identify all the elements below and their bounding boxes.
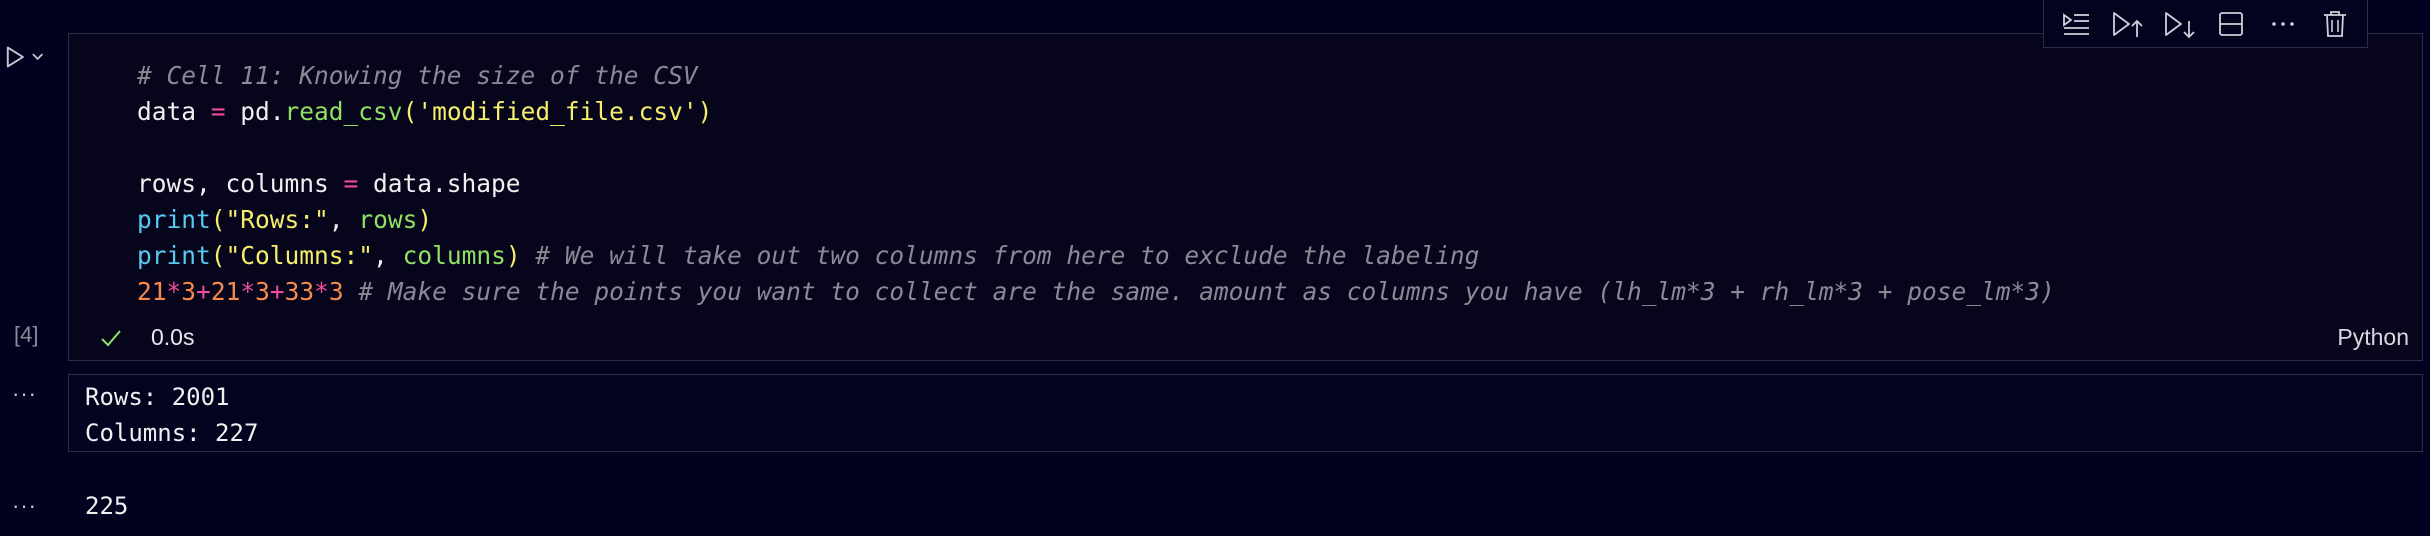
code-token: * bbox=[240, 277, 256, 306]
code-token: pd. bbox=[225, 97, 285, 126]
code-token: "Columns:" bbox=[225, 241, 374, 270]
play-icon bbox=[6, 46, 24, 68]
code-token: print bbox=[137, 205, 211, 234]
code-token: 3 bbox=[328, 277, 344, 306]
code-token: ) bbox=[505, 241, 521, 270]
execute-above-icon bbox=[2112, 11, 2143, 37]
code-token: rows bbox=[358, 205, 418, 234]
cell-status: 0.0s bbox=[99, 324, 194, 351]
more-icon bbox=[2272, 21, 2295, 26]
output-line: Columns: 227 bbox=[85, 419, 259, 447]
code-token: ) bbox=[697, 97, 713, 126]
code-token: * bbox=[314, 277, 329, 306]
code-token: = bbox=[343, 169, 359, 198]
result-output: 225 bbox=[85, 492, 129, 520]
code-cell[interactable]: # Cell 11: Knowing the size of the CSV da… bbox=[68, 33, 2423, 361]
execution-count: [4] bbox=[14, 322, 39, 347]
code-token: 33 bbox=[284, 277, 315, 306]
code-token: 'modified_file.csv' bbox=[417, 97, 698, 126]
code-line: print("Columns:", columns) # We will tak… bbox=[137, 238, 2055, 274]
code-token: 21 bbox=[210, 277, 241, 306]
code-token: rows, columns bbox=[137, 169, 344, 198]
code-token: read_csv bbox=[284, 97, 403, 126]
code-token: data bbox=[137, 97, 211, 126]
split-cell-icon bbox=[2219, 11, 2244, 36]
code-token: 3 bbox=[181, 277, 197, 306]
code-token: ( bbox=[210, 241, 226, 270]
code-token: # We will take out two columns from here… bbox=[520, 241, 1480, 270]
execute-above-button[interactable] bbox=[2108, 4, 2148, 44]
chevron-down-icon[interactable] bbox=[31, 52, 44, 62]
code-editor[interactable]: # Cell 11: Knowing the size of the CSV da… bbox=[137, 58, 2055, 310]
code-token: print bbox=[137, 241, 211, 270]
code-token: ) bbox=[417, 205, 433, 234]
code-token: ( bbox=[210, 205, 226, 234]
code-line: print("Rows:", rows) bbox=[137, 202, 2055, 238]
more-actions-button[interactable] bbox=[2263, 4, 2303, 44]
code-line: rows, columns = data.shape bbox=[137, 166, 2055, 202]
code-token: = bbox=[210, 97, 226, 126]
code-token: 3 bbox=[255, 277, 270, 306]
output-more-icon[interactable]: ··· bbox=[12, 493, 37, 519]
cell-toolbar bbox=[2043, 0, 2368, 48]
code-line: # Cell 11: Knowing the size of the CSV bbox=[137, 58, 2055, 94]
code-line: data = pd.read_csv('modified_file.csv') bbox=[137, 94, 2055, 130]
check-icon bbox=[101, 329, 121, 346]
delete-cell-button[interactable] bbox=[2315, 4, 2355, 44]
code-token: columns bbox=[402, 241, 506, 270]
execution-duration: 0.0s bbox=[151, 324, 195, 350]
trash-icon bbox=[2324, 10, 2347, 37]
split-cell-button[interactable] bbox=[2211, 4, 2251, 44]
code-token: ( bbox=[402, 97, 418, 126]
stream-output: Rows: 2001 Columns: 227 bbox=[68, 374, 2423, 452]
run-by-line-button[interactable] bbox=[2056, 4, 2096, 44]
code-token: , bbox=[328, 205, 359, 234]
output-more-icon[interactable]: ··· bbox=[12, 381, 37, 407]
language-selector[interactable]: Python bbox=[2337, 324, 2409, 351]
code-token: + bbox=[269, 277, 285, 306]
run-by-line-icon bbox=[2063, 12, 2089, 35]
code-token: + bbox=[196, 277, 211, 306]
code-token: 21 bbox=[137, 277, 167, 306]
execute-below-button[interactable] bbox=[2160, 4, 2200, 44]
code-token: , bbox=[373, 241, 403, 270]
execute-below-icon bbox=[2164, 11, 2195, 38]
code-token: "Rows:" bbox=[225, 205, 329, 234]
code-token: data.shape bbox=[358, 169, 521, 198]
run-cell-button[interactable] bbox=[4, 40, 44, 74]
output-line: Rows: 2001 bbox=[85, 383, 230, 411]
code-token: * bbox=[166, 277, 182, 306]
code-line: 21*3+21*3+33*3 # Make sure the points yo… bbox=[137, 274, 2055, 310]
code-token: # Cell 11: Knowing the size of the CSV bbox=[137, 61, 698, 90]
code-token: # Make sure the points you want to colle… bbox=[343, 277, 2055, 306]
